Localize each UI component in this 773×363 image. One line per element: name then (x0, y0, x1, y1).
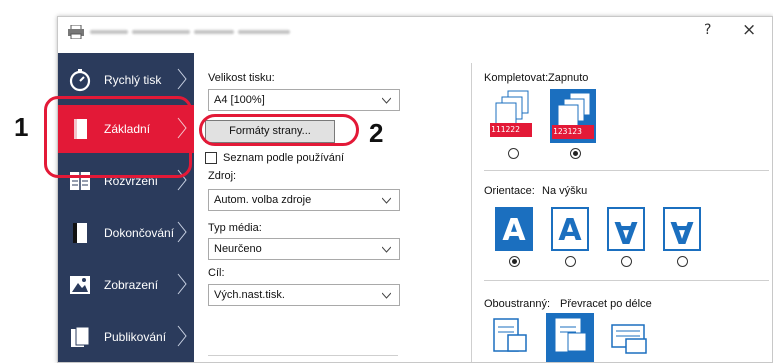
chevron-right-icon (177, 273, 187, 295)
select-value: Autom. volba zdroje (214, 194, 312, 206)
chevron-down-icon (382, 292, 391, 299)
chevron-down-icon (382, 246, 391, 253)
print-dialog-window: ? × Rychlý tisk Základní Rozvržení Dokon… (57, 16, 773, 363)
chevron-down-icon (382, 97, 391, 104)
orientation-landscape-rotated-option[interactable]: A (663, 207, 701, 251)
media-type-select[interactable]: Neurčeno (208, 238, 400, 260)
list-by-use-label: Seznam podle používání (223, 152, 345, 164)
portrait-rotated-glyph: A (614, 214, 638, 249)
printer-icon (68, 25, 84, 39)
divider (484, 170, 769, 171)
duplex-long-edge-option[interactable] (546, 313, 594, 362)
select-value: Vých.nast.tisk. (214, 289, 285, 301)
landscape-rotated-glyph: A (670, 214, 694, 249)
sidebar-item-label: Dokončování (104, 226, 175, 240)
collate-on-radio[interactable] (570, 148, 581, 159)
orientation-portrait-rotated-option[interactable]: A (607, 207, 645, 251)
select-value: A4 [100%] (214, 94, 265, 106)
title-bar: ? × (58, 17, 772, 47)
sidebar-item-imaging[interactable]: Zobrazení (58, 261, 194, 309)
orientation-label: Orientace: (484, 185, 535, 197)
callout-highlight-page-formats (199, 114, 359, 146)
source-label: Zdroj: (208, 170, 237, 182)
simplex-icon (493, 318, 527, 352)
sidebar-item-label: Publikování (104, 330, 167, 344)
picture-icon (70, 276, 90, 294)
stopwatch-icon (69, 69, 91, 92)
duplex-off-option[interactable] (488, 315, 532, 362)
duplex-state: Převracet po délce (560, 298, 652, 310)
close-button[interactable]: × (742, 20, 756, 40)
collate-state: Zapnuto (548, 72, 589, 84)
sidebar-item-publishing[interactable]: Publikování (58, 313, 194, 361)
sidebar-item-label: Zobrazení (104, 278, 159, 292)
sidebar-item-label: Rychlý tisk (104, 73, 162, 87)
orientation-state: Na výšku (542, 185, 588, 197)
chevron-right-icon (177, 221, 187, 243)
duplex-label: Oboustranný: (484, 298, 551, 310)
list-by-use-checkbox[interactable] (205, 152, 217, 164)
duplex-short-edge-option[interactable] (608, 315, 652, 362)
callout-highlight-basic (44, 96, 192, 178)
orientation-portrait-radio[interactable] (509, 256, 520, 267)
publishing-icon (71, 326, 90, 347)
destination-select[interactable]: Vých.nast.tisk. (208, 284, 400, 306)
chevron-right-icon (177, 325, 187, 347)
uncollated-pages-icon (490, 90, 532, 137)
chevron-right-icon (177, 68, 187, 90)
orientation-landscape-rotated-radio[interactable] (677, 256, 688, 267)
print-size-label: Velikost tisku: (208, 72, 275, 84)
collate-off-radio[interactable] (508, 148, 519, 159)
collate-digits-uncollated: 111222 (491, 125, 520, 134)
orientation-portrait-option[interactable]: A (495, 207, 533, 251)
finishing-icon (73, 223, 87, 243)
screenshot-stage: ? × Rychlý tisk Základní Rozvržení Dokon… (0, 0, 773, 363)
divider (484, 280, 769, 281)
help-button[interactable]: ? (704, 22, 711, 38)
duplex-long-edge-icon (555, 318, 587, 352)
landscape-glyph: A (558, 213, 582, 248)
select-value: Neurčeno (214, 243, 262, 255)
window-title-blurred (90, 26, 290, 37)
callout-number-1: 1 (14, 112, 29, 142)
column-divider (471, 63, 472, 362)
portrait-glyph: A (502, 213, 526, 248)
destination-label: Cíl: (208, 267, 225, 279)
orientation-portrait-rotated-radio[interactable] (621, 256, 632, 267)
divider (208, 355, 398, 356)
print-size-select[interactable]: A4 [100%] (208, 89, 400, 111)
collate-label: Kompletovat: (484, 72, 549, 84)
chevron-down-icon (382, 197, 391, 204)
sidebar-item-finishing[interactable]: Dokončování (58, 209, 194, 257)
orientation-landscape-option[interactable]: A (551, 207, 589, 251)
media-type-label: Typ média: (208, 222, 262, 234)
collate-off-option[interactable]: 111222 (488, 89, 534, 143)
orientation-landscape-radio[interactable] (565, 256, 576, 267)
collate-digits-collated: 123123 (553, 127, 582, 136)
callout-number-2: 2 (369, 118, 384, 148)
duplex-short-edge-icon (611, 324, 647, 354)
source-select[interactable]: Autom. volba zdroje (208, 189, 400, 211)
collate-on-option[interactable]: 123123 (550, 89, 596, 143)
